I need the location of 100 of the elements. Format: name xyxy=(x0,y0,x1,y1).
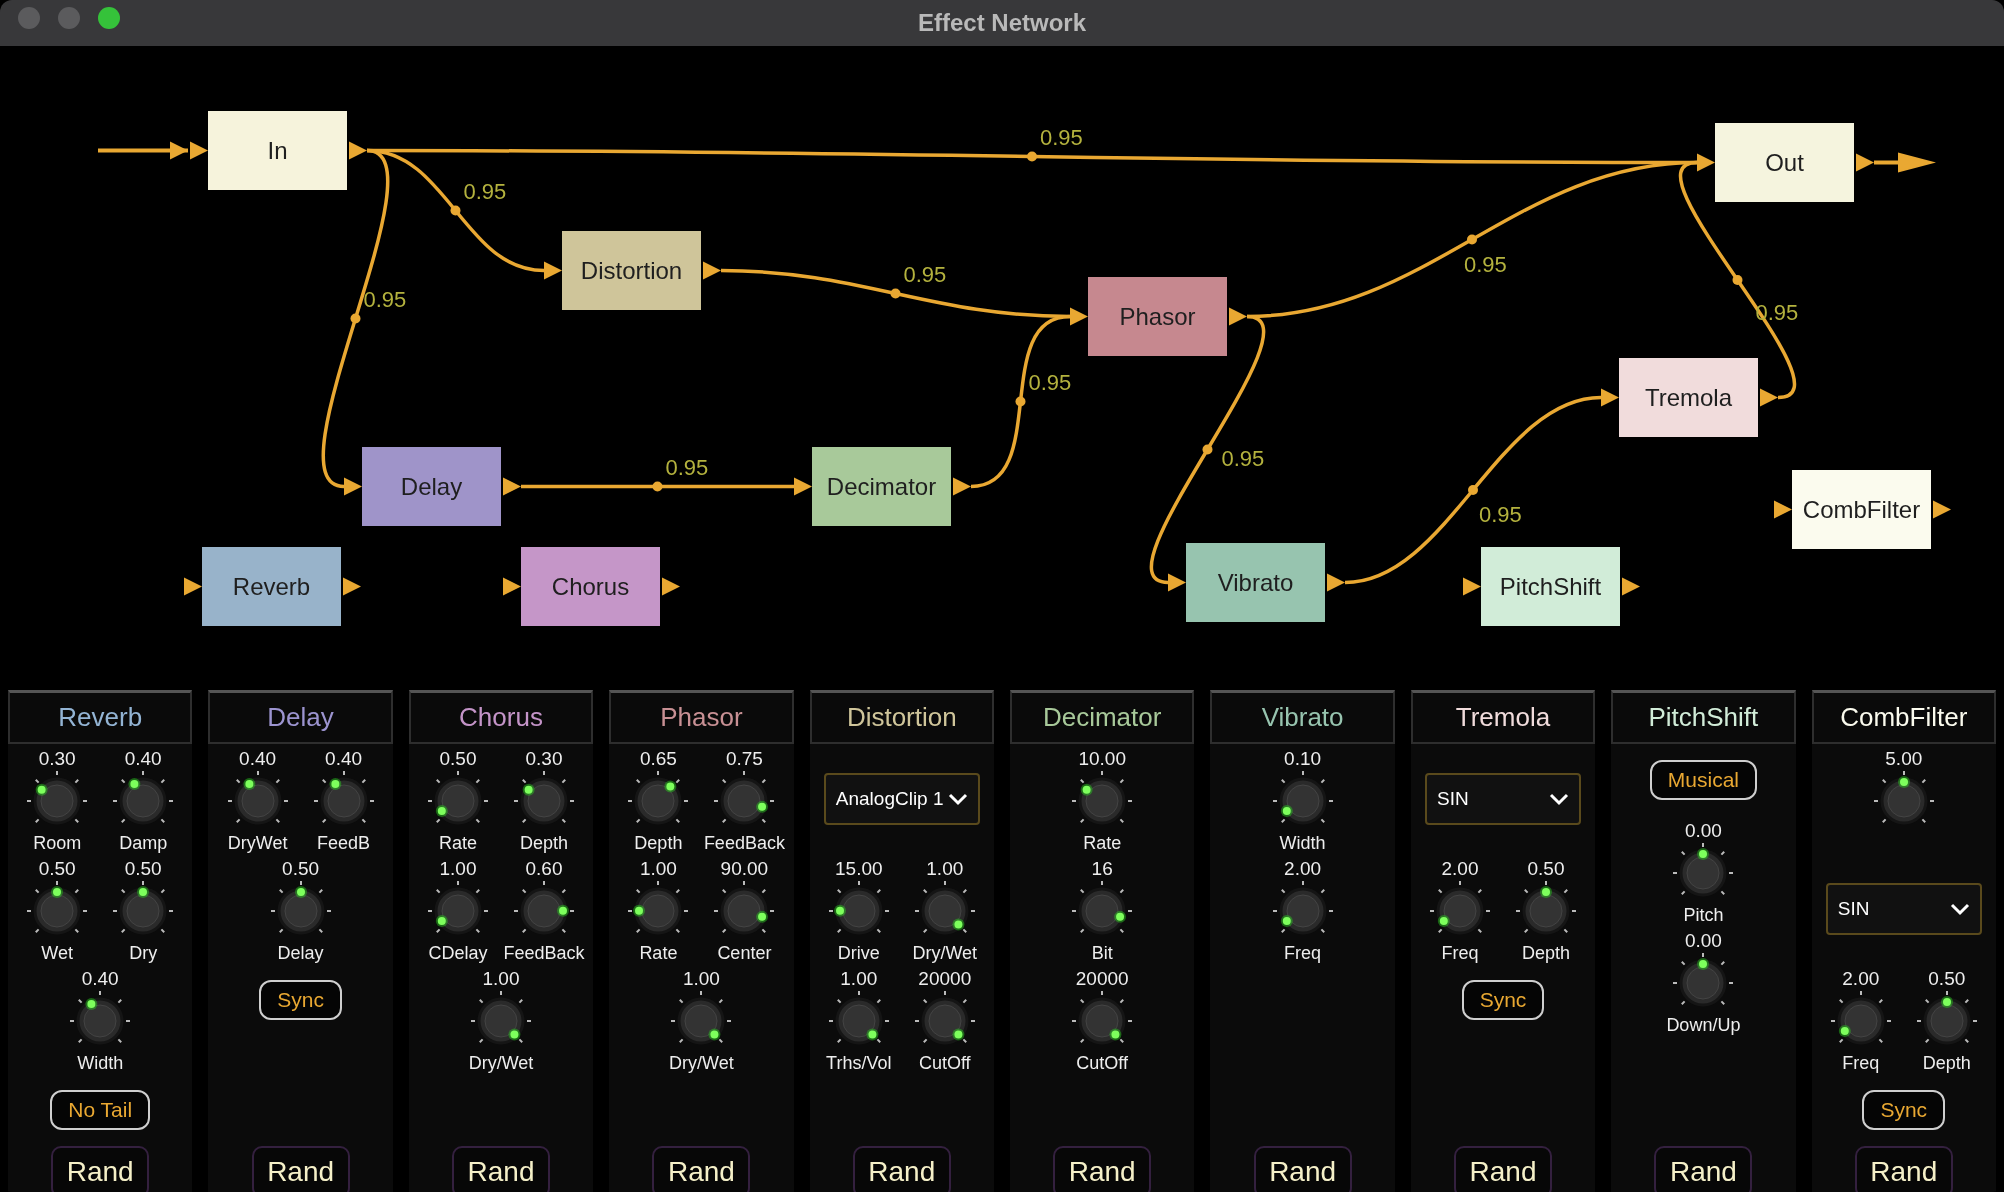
panel-title: CombFilter xyxy=(1811,690,1996,744)
knob-label: Freq xyxy=(1284,943,1322,964)
toggle-button[interactable]: No Tail xyxy=(50,1090,151,1130)
chevron-down-icon xyxy=(947,792,968,806)
effect-node[interactable]: Decimator xyxy=(812,447,951,526)
effect-node[interactable]: Chorus xyxy=(521,547,660,626)
knob-value: 0.40 xyxy=(81,968,119,989)
rand-button[interactable]: Rand xyxy=(852,1146,951,1192)
output-port-icon[interactable] xyxy=(1229,307,1247,326)
knob-value: 0.30 xyxy=(525,748,563,769)
toggle-button[interactable]: Sync xyxy=(1862,1090,1946,1130)
effect-node[interactable]: Vibrato xyxy=(1186,543,1325,622)
chevron-down-icon xyxy=(1949,902,1970,916)
effect-node[interactable]: Tremola xyxy=(1619,358,1758,437)
knob-value: 0.50 xyxy=(1928,968,1966,989)
chevron-down-icon xyxy=(1549,792,1569,806)
rand-button[interactable]: Rand xyxy=(1454,1146,1552,1192)
knob-label: Freq xyxy=(1441,943,1479,964)
toggle-button[interactable]: Sync xyxy=(1461,980,1545,1020)
knob-label: Bit xyxy=(1091,943,1113,964)
weight-label: 0.95 xyxy=(1028,369,1072,395)
knob-value: 1.00 xyxy=(482,968,520,989)
knob-label: Depth xyxy=(1922,1053,1971,1074)
knob-value: 0.50 xyxy=(1527,858,1565,879)
knob-label: Dry/Wet xyxy=(912,943,978,964)
rand-button[interactable]: Rand xyxy=(1854,1146,1953,1192)
knob-label: Trhs/Vol xyxy=(826,1053,892,1074)
knob-value: 0.40 xyxy=(325,748,363,769)
knob-label: Wet xyxy=(41,943,74,964)
effect-node[interactable]: Out xyxy=(1715,123,1854,202)
output-port-icon[interactable] xyxy=(953,477,971,496)
weight-label: 0.95 xyxy=(463,178,507,204)
effect-node[interactable]: Phasor xyxy=(1088,277,1227,356)
knob-value: 15.00 xyxy=(835,858,883,879)
knob-value: 2.00 xyxy=(1284,858,1322,879)
weight-label: 0.95 xyxy=(903,261,947,287)
rand-button[interactable]: Rand xyxy=(1654,1146,1753,1192)
knob-value: 0.00 xyxy=(1684,930,1722,951)
knob-value: 90.00 xyxy=(720,858,769,879)
rand-button[interactable]: Rand xyxy=(1053,1146,1152,1192)
output-port-icon[interactable] xyxy=(1327,573,1345,592)
knob-value: 1.00 xyxy=(840,968,878,989)
output-port-icon[interactable] xyxy=(662,577,680,596)
effect-node[interactable]: In xyxy=(208,111,347,190)
panel-title: Delay xyxy=(208,690,393,744)
knob-label: Dry/Wet xyxy=(468,1053,534,1074)
knob-value: 10.00 xyxy=(1078,748,1126,769)
knob-value: 0.10 xyxy=(1284,748,1322,769)
dropdown[interactable]: SIN xyxy=(1825,883,1982,935)
knob-label: CutOff xyxy=(1076,1053,1129,1074)
panel-title: PitchShift xyxy=(1611,690,1796,744)
toggle-button[interactable]: Musical xyxy=(1649,760,1757,800)
toggle-button[interactable]: Sync xyxy=(259,980,342,1020)
output-port-icon[interactable] xyxy=(1760,388,1778,407)
knob-label: CutOff xyxy=(918,1053,971,1074)
panel-title: Phasor xyxy=(609,690,794,744)
knob-label: Depth xyxy=(519,833,568,854)
rand-button[interactable]: Rand xyxy=(51,1146,150,1192)
output-port-icon[interactable] xyxy=(1622,577,1640,596)
rand-button[interactable]: Rand xyxy=(251,1146,350,1192)
output-port-icon[interactable] xyxy=(703,261,721,280)
rand-button[interactable]: Rand xyxy=(452,1146,550,1192)
knob-value: 20000 xyxy=(918,968,972,989)
knob-label: Depth xyxy=(1521,943,1570,964)
knob-label: Pitch xyxy=(1683,905,1724,926)
panel-title: Tremola xyxy=(1410,690,1596,744)
rand-button[interactable]: Rand xyxy=(652,1146,751,1192)
knob-label: Drive xyxy=(837,943,880,964)
weight-label: 0.95 xyxy=(1479,502,1522,527)
output-port-icon[interactable] xyxy=(349,141,367,160)
signal-output-arrow xyxy=(1874,152,1936,173)
knob-value: 1.00 xyxy=(926,858,964,879)
knob-label: Depth xyxy=(634,833,683,854)
knob-label: Delay xyxy=(277,943,324,964)
knob-value: 1.00 xyxy=(682,968,720,989)
effect-node[interactable]: Reverb xyxy=(202,547,341,626)
knob-label: FeedB xyxy=(317,833,371,854)
output-port-icon[interactable] xyxy=(503,477,521,496)
weight-label: 0.95 xyxy=(1464,251,1507,277)
knob-label: Down/Up xyxy=(1666,1015,1741,1036)
dropdown[interactable]: AnalogClip 1 xyxy=(823,773,980,825)
effect-node[interactable]: Delay xyxy=(362,447,501,526)
output-port-icon[interactable] xyxy=(343,577,361,596)
output-port-icon[interactable] xyxy=(1856,153,1874,172)
knob-value: 0.65 xyxy=(639,748,677,769)
effect-node[interactable]: PitchShift xyxy=(1481,547,1620,626)
knob-label: Width xyxy=(77,1053,124,1074)
effect-node[interactable]: Distortion xyxy=(562,231,701,310)
dropdown[interactable]: SIN xyxy=(1425,773,1581,825)
knob-value: 0.60 xyxy=(525,858,563,879)
knob-value: 0.50 xyxy=(38,858,76,879)
rand-button[interactable]: Rand xyxy=(1253,1146,1352,1192)
knob-label: Width xyxy=(1279,833,1326,854)
knob-value: 5.00 xyxy=(1885,748,1923,769)
output-port-icon[interactable] xyxy=(1933,500,1951,519)
zoom-button[interactable] xyxy=(98,7,120,29)
knob-label: CDelay xyxy=(428,943,488,964)
effect-node[interactable]: CombFilter xyxy=(1792,470,1931,549)
knob-value: 1.00 xyxy=(439,858,477,879)
knob-label: Rate xyxy=(639,943,678,964)
